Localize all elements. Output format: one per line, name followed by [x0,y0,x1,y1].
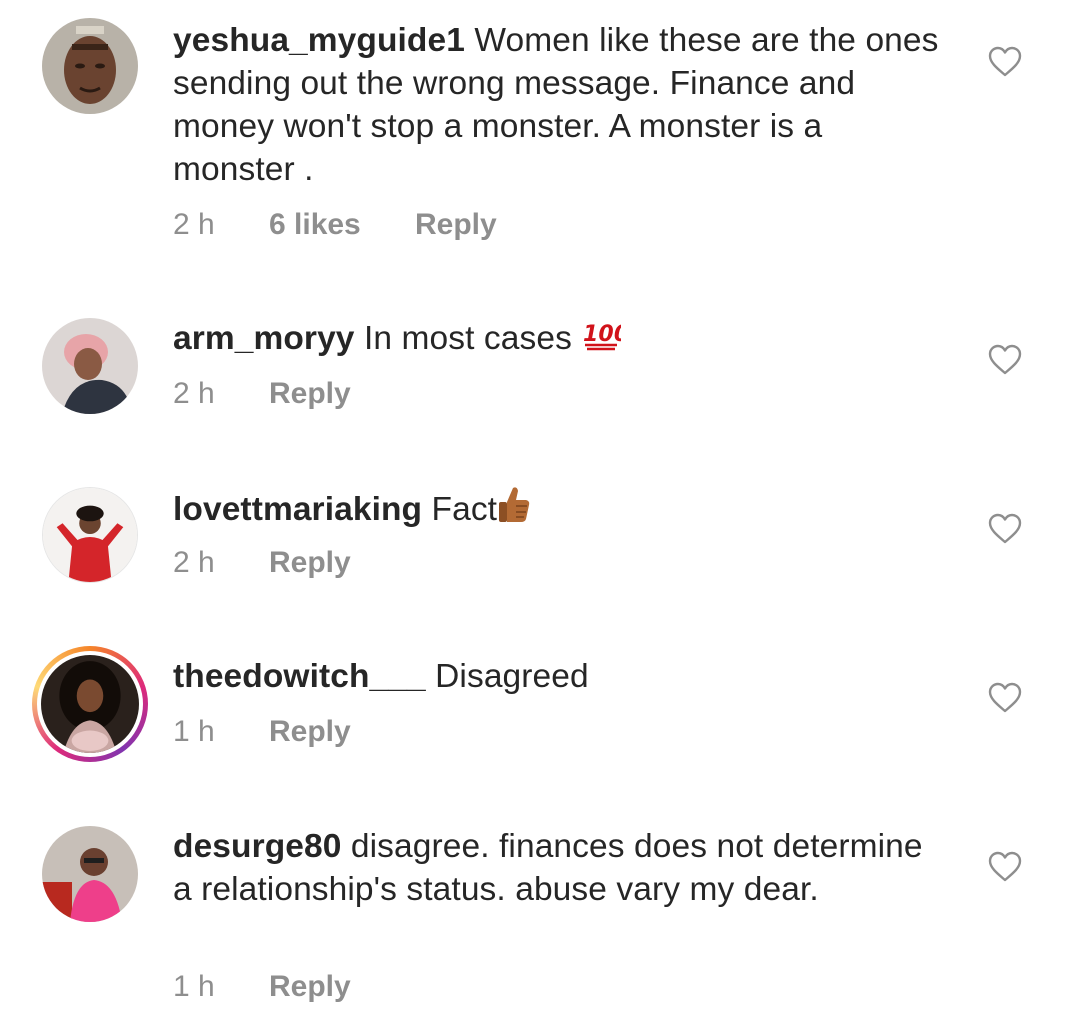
comment-text: In most cases [363,320,572,357]
heart-outline-icon[interactable] [988,682,1022,714]
comment-text: Fact [431,491,498,528]
avatar-image [42,318,138,414]
avatar-image [42,18,138,114]
avatar[interactable] [42,318,138,414]
avatar-image [42,826,138,922]
heart-outline-icon[interactable] [988,344,1022,376]
heart-outline-icon[interactable] [988,513,1022,545]
comment-likes-count[interactable]: 6 likes [269,208,415,242]
svg-text:100: 100 [583,322,621,347]
hundred-points-icon: 100 [581,317,629,364]
heart-outline-icon[interactable] [988,851,1022,883]
avatar[interactable] [42,18,138,114]
heart-outline-icon[interactable] [988,46,1022,78]
comment-timestamp: 2 h [173,377,215,410]
comment-username[interactable]: theedowitch___ [173,658,426,695]
reply-button[interactable]: Reply [415,208,497,242]
comment-username[interactable]: lovettmariaking [173,491,422,528]
avatar[interactable] [42,826,138,922]
comment-username[interactable]: desurge80 [173,828,341,865]
comment-text: Disagreed [435,658,589,695]
reply-button[interactable]: Reply [269,546,351,580]
avatar-image [43,488,137,582]
comment-timestamp: 1 h [173,715,215,748]
reply-button[interactable]: Reply [269,715,351,749]
thumbs-up-icon [497,486,531,535]
comment-timestamp: 2 h [173,208,215,241]
comment-timestamp: 2 h [173,546,215,579]
avatar-image [41,655,139,753]
avatar [37,651,143,757]
reply-button[interactable]: Reply [269,377,351,411]
avatar[interactable] [42,487,138,583]
comment-username[interactable]: arm_moryy [173,320,355,357]
comment-username[interactable]: yeshua_myguide1 [173,22,465,59]
comment-timestamp: 1 h [173,970,215,1003]
avatar-story-ring[interactable] [32,646,148,762]
reply-button[interactable]: Reply [269,970,351,1004]
